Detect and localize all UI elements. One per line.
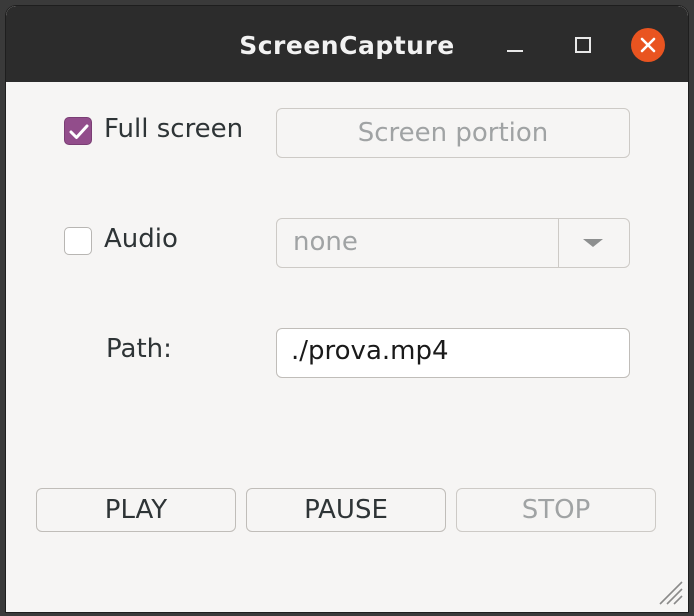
audio-label[interactable]: Audio — [104, 224, 178, 254]
audio-device-select[interactable]: none — [276, 218, 630, 268]
chevron-down-icon[interactable] — [583, 239, 603, 247]
path-input[interactable]: ./prova.mp4 — [276, 328, 630, 378]
full-screen-checkbox[interactable] — [64, 117, 92, 145]
stop-button[interactable]: STOP — [456, 488, 656, 532]
maximize-button[interactable] — [565, 28, 599, 62]
checkmark-icon — [69, 124, 89, 139]
app-window: ScreenCapture Full screen Screen portion… — [6, 6, 688, 612]
full-screen-label[interactable]: Full screen — [104, 114, 243, 144]
audio-device-value: none — [293, 227, 358, 257]
close-icon — [640, 37, 656, 53]
close-button[interactable] — [631, 28, 665, 62]
screen-portion-button[interactable]: Screen portion — [276, 108, 630, 158]
window-content: Full screen Screen portion Audio none Pa… — [6, 82, 688, 612]
pause-button[interactable]: PAUSE — [246, 488, 446, 532]
audio-checkbox[interactable] — [64, 227, 92, 255]
minimize-button[interactable] — [497, 28, 531, 62]
play-button[interactable]: PLAY — [36, 488, 236, 532]
combo-divider — [558, 219, 559, 267]
resize-grip-icon[interactable] — [656, 570, 684, 606]
path-label: Path: — [106, 334, 172, 364]
title-bar[interactable]: ScreenCapture — [6, 6, 688, 82]
